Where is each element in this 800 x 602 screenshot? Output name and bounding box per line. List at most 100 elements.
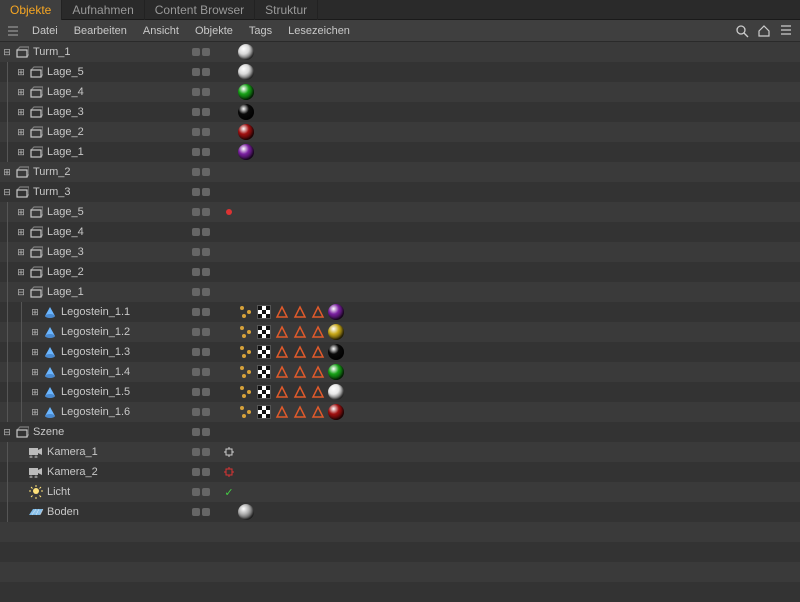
dynamics-tag-icon[interactable] <box>238 384 254 400</box>
constraint-tag-icon[interactable] <box>310 304 326 320</box>
menu-objekte[interactable]: Objekte <box>187 23 241 39</box>
expand-icon[interactable]: ⊞ <box>15 86 27 98</box>
visibility-toggle[interactable] <box>190 368 222 376</box>
object-row[interactable]: ⊞ Lage_5 <box>0 62 800 82</box>
dynamics-tag-icon[interactable] <box>238 364 254 380</box>
object-label[interactable]: Lage_5 <box>47 66 84 78</box>
visibility-toggle[interactable] <box>190 388 222 396</box>
object-row[interactable]: ⊞Legostein_1.2 <box>0 322 800 342</box>
visibility-toggle[interactable] <box>190 88 222 96</box>
tab-objekte[interactable]: Objekte <box>0 0 62 20</box>
object-label[interactable]: Kamera_1 <box>47 446 98 458</box>
tab-aufnahmen[interactable]: Aufnahmen <box>62 0 144 20</box>
expand-icon[interactable]: ⊞ <box>15 206 27 218</box>
constraint-tag-icon[interactable] <box>310 344 326 360</box>
dynamics-tag-icon[interactable] <box>238 344 254 360</box>
object-label[interactable]: Lage_5 <box>47 206 84 218</box>
viewport-target-icon[interactable] <box>223 466 235 478</box>
expand-icon[interactable]: ⊞ <box>29 306 41 318</box>
visibility-toggle[interactable] <box>190 328 222 336</box>
hamburger-icon[interactable] <box>6 24 20 38</box>
collapse-icon[interactable]: ⊟ <box>1 426 13 438</box>
compositing-tag-icon[interactable] <box>256 304 272 320</box>
visibility-toggle[interactable] <box>190 428 222 436</box>
material-tag-icon[interactable] <box>328 344 344 360</box>
object-row[interactable]: Kamera_1 <box>0 442 800 462</box>
menu-lesezeichen[interactable]: Lesezeichen <box>280 23 358 39</box>
constraint-tag-icon[interactable] <box>310 324 326 340</box>
expand-icon[interactable]: ⊞ <box>1 166 13 178</box>
dynamics-tag-icon[interactable] <box>238 304 254 320</box>
constraint-tag-icon[interactable] <box>274 324 290 340</box>
collapse-icon[interactable]: ⊟ <box>1 46 13 58</box>
visibility-toggle[interactable] <box>190 308 222 316</box>
menu-datei[interactable]: Datei <box>24 23 66 39</box>
dynamics-tag-icon[interactable] <box>238 404 254 420</box>
object-row[interactable]: ⊞ Lage_4 <box>0 82 800 102</box>
object-label[interactable]: Legostein_1.5 <box>61 386 130 398</box>
object-row[interactable]: ⊟Szene <box>0 422 800 442</box>
visibility-toggle[interactable] <box>190 488 222 496</box>
object-row[interactable]: Kamera_2 <box>0 462 800 482</box>
constraint-tag-icon[interactable] <box>274 304 290 320</box>
object-label[interactable]: Kamera_2 <box>47 466 98 478</box>
constraint-tag-icon[interactable] <box>292 304 308 320</box>
object-row[interactable]: ⊞ Legostein_1.6 <box>0 402 800 422</box>
visibility-toggle[interactable] <box>190 48 222 56</box>
visibility-toggle[interactable] <box>190 108 222 116</box>
object-row[interactable]: ⊞Lage_4 <box>0 222 800 242</box>
search-icon[interactable] <box>734 23 750 39</box>
object-row[interactable]: ⊞Legostein_1.1 <box>0 302 800 322</box>
compositing-tag-icon[interactable] <box>256 364 272 380</box>
object-row[interactable]: ⊞Lage_3 <box>0 102 800 122</box>
object-row[interactable]: Licht✓ <box>0 482 800 502</box>
object-label[interactable]: Lage_1 <box>47 146 84 158</box>
collapse-icon[interactable]: ⊟ <box>1 186 13 198</box>
material-tag-icon[interactable] <box>328 404 344 420</box>
constraint-tag-icon[interactable] <box>292 404 308 420</box>
menu-tags[interactable]: Tags <box>241 23 280 39</box>
object-row[interactable]: ⊟Lage_1 <box>0 282 800 302</box>
menu-ansicht[interactable]: Ansicht <box>135 23 187 39</box>
object-label[interactable]: Legostein_1.2 <box>61 326 130 338</box>
visibility-toggle[interactable] <box>190 508 222 516</box>
constraint-tag-icon[interactable] <box>292 344 308 360</box>
expand-icon[interactable]: ⊞ <box>15 246 27 258</box>
expand-icon[interactable]: ⊞ <box>29 366 41 378</box>
object-label[interactable]: Lage_4 <box>47 86 84 98</box>
expand-icon[interactable]: ⊞ <box>29 386 41 398</box>
object-label[interactable]: Lage_1 <box>47 286 84 298</box>
expand-icon[interactable]: ⊞ <box>15 66 27 78</box>
object-row[interactable]: ⊞ Lage_5 <box>0 202 800 222</box>
compositing-tag-icon[interactable] <box>256 404 272 420</box>
material-tag-icon[interactable] <box>238 104 254 120</box>
material-tag-icon[interactable] <box>328 364 344 380</box>
object-row[interactable]: ⊞Lage_3 <box>0 242 800 262</box>
visibility-toggle[interactable] <box>190 288 222 296</box>
object-label[interactable]: Lage_3 <box>47 106 84 118</box>
material-tag-icon[interactable] <box>238 84 254 100</box>
visibility-toggle[interactable] <box>190 148 222 156</box>
enabled-check-icon[interactable]: ✓ <box>224 486 233 499</box>
object-row[interactable]: ⊞Legostein_1.3 <box>0 342 800 362</box>
material-tag-icon[interactable] <box>238 124 254 140</box>
tab-content-browser[interactable]: Content Browser <box>145 0 255 20</box>
material-tag-icon[interactable] <box>238 144 254 160</box>
object-label[interactable]: Legostein_1.6 <box>61 406 130 418</box>
compositing-tag-icon[interactable] <box>256 384 272 400</box>
constraint-tag-icon[interactable] <box>274 384 290 400</box>
constraint-tag-icon[interactable] <box>310 364 326 380</box>
visibility-toggle[interactable] <box>190 228 222 236</box>
material-tag-icon[interactable] <box>238 44 254 60</box>
visibility-toggle[interactable] <box>190 168 222 176</box>
material-tag-icon[interactable] <box>238 64 254 80</box>
object-label[interactable]: Lage_4 <box>47 226 84 238</box>
visibility-toggle[interactable] <box>190 68 222 76</box>
constraint-tag-icon[interactable] <box>310 404 326 420</box>
visibility-toggle[interactable] <box>190 208 222 216</box>
layer-dot-icon[interactable] <box>226 209 232 215</box>
object-row[interactable]: ⊞Lage_2 <box>0 262 800 282</box>
constraint-tag-icon[interactable] <box>292 364 308 380</box>
expand-icon[interactable]: ⊞ <box>29 406 41 418</box>
expand-icon[interactable]: ⊞ <box>15 266 27 278</box>
